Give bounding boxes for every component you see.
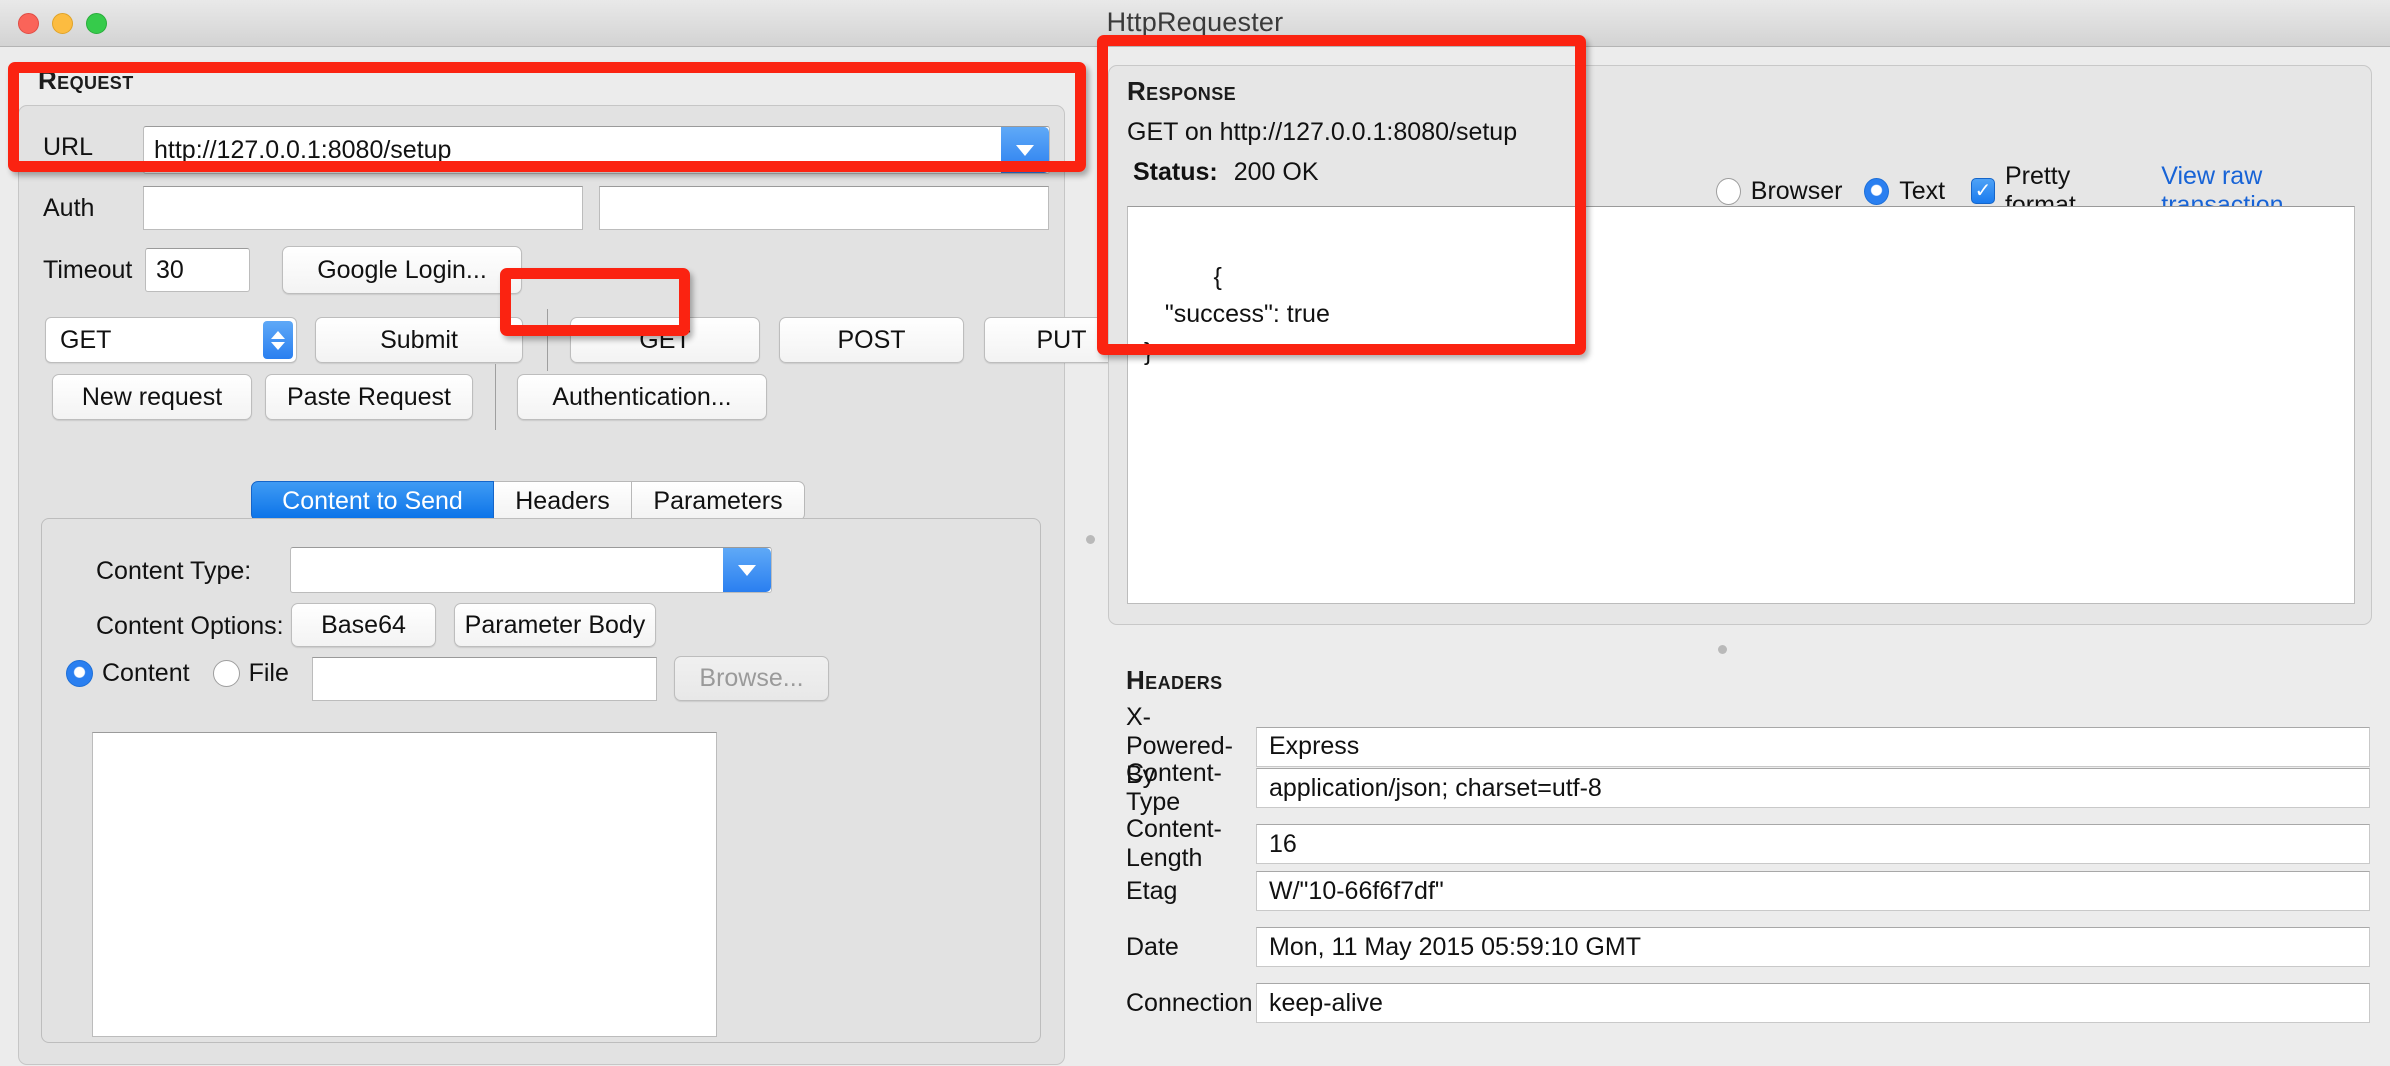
browse-button[interactable]: Browse... bbox=[674, 656, 829, 701]
request-section-label: Request bbox=[38, 65, 134, 95]
auth-username-input[interactable] bbox=[143, 186, 583, 230]
chevron-up-icon bbox=[271, 330, 285, 339]
header-name: Etag bbox=[1126, 876, 1178, 905]
method-select-value: GET bbox=[60, 325, 112, 354]
status-label: Status: bbox=[1133, 158, 1218, 186]
quick-get-button[interactable]: GET bbox=[570, 317, 760, 363]
content-radio-label: Content bbox=[102, 659, 190, 687]
auth-password-input[interactable] bbox=[599, 186, 1049, 230]
content-body-textarea[interactable] bbox=[92, 732, 717, 1037]
file-radio-label: File bbox=[248, 659, 289, 687]
response-status-row: Status: 200 OK bbox=[1133, 158, 1319, 187]
google-login-button[interactable]: Google Login... bbox=[282, 246, 522, 294]
header-row: Date Mon, 11 May 2015 05:59:10 GMT bbox=[1126, 927, 2372, 967]
response-request-line: GET on http://127.0.0.1:8080/setup bbox=[1127, 118, 1518, 146]
request-panel: URL http://127.0.0.1:8080/setup Auth Tim… bbox=[18, 105, 1139, 1065]
quick-post-button[interactable]: POST bbox=[779, 317, 964, 363]
method-select[interactable]: GET bbox=[45, 317, 297, 363]
window-title: HttpRequester bbox=[1106, 7, 1284, 37]
response-section-label: Response bbox=[1127, 76, 1237, 106]
headers-section-label: Headers bbox=[1126, 665, 1223, 695]
status-value: 200 OK bbox=[1233, 158, 1319, 186]
response-card: Response GET on http://127.0.0.1:8080/se… bbox=[1108, 65, 2372, 625]
submit-button[interactable]: Submit bbox=[315, 317, 523, 363]
header-value[interactable]: 16 bbox=[1256, 824, 2370, 864]
header-row: Connection keep-alive bbox=[1126, 983, 2372, 1023]
file-path-input[interactable] bbox=[312, 657, 657, 701]
browser-view-radio[interactable] bbox=[1716, 177, 1741, 205]
text-view-radio[interactable] bbox=[1864, 177, 1890, 205]
auth-label: Auth bbox=[43, 194, 95, 222]
url-label: URL bbox=[43, 133, 94, 161]
header-value[interactable]: keep-alive bbox=[1256, 983, 2370, 1023]
chevron-down-icon bbox=[1016, 144, 1034, 156]
response-body-text: { "success": true } bbox=[1144, 262, 1330, 366]
content-radio[interactable] bbox=[66, 660, 93, 687]
window-titlebar: HttpRequester bbox=[0, 0, 2390, 47]
header-value[interactable]: application/json; charset=utf-8 bbox=[1256, 768, 2370, 808]
header-name: Date bbox=[1126, 932, 1179, 961]
base64-button[interactable]: Base64 bbox=[291, 603, 436, 647]
tab-parameters[interactable]: Parameters bbox=[632, 481, 805, 521]
content-to-send-panel: Content Type: Content Options: Base64 Pa… bbox=[41, 518, 1041, 1043]
url-row: URL bbox=[43, 133, 111, 162]
header-value[interactable]: Mon, 11 May 2015 05:59:10 GMT bbox=[1256, 927, 2370, 967]
timeout-label: Timeout bbox=[43, 256, 133, 284]
timeout-input[interactable]: 30 bbox=[145, 248, 250, 292]
pretty-format-checkbox[interactable]: ✓ bbox=[1971, 178, 1995, 204]
header-name: Content-Length bbox=[1126, 815, 1222, 872]
authentication-button[interactable]: Authentication... bbox=[517, 374, 767, 420]
chevron-down-icon bbox=[271, 341, 285, 350]
content-source-radio-group: Content File bbox=[66, 659, 289, 688]
method-stepper-button[interactable] bbox=[263, 321, 293, 359]
header-value[interactable]: W/"10-66f6f7df" bbox=[1256, 871, 2370, 911]
pane-splitter-handle[interactable] bbox=[1086, 535, 1095, 544]
header-row: Content-Length 16 bbox=[1126, 815, 2372, 873]
request-tabs: Content to Send Headers Parameters bbox=[251, 481, 805, 521]
file-radio[interactable] bbox=[212, 660, 240, 687]
auth-row: Auth bbox=[43, 194, 111, 223]
content-options-label: Content Options: bbox=[96, 612, 284, 640]
header-row: Etag W/"10-66f6f7df" bbox=[1126, 871, 2372, 911]
header-row: Content-Type application/json; charset=u… bbox=[1126, 759, 2372, 817]
text-view-label: Text bbox=[1899, 176, 1946, 205]
url-input-value: http://127.0.0.1:8080/setup bbox=[154, 135, 452, 164]
paste-request-button[interactable]: Paste Request bbox=[265, 374, 473, 420]
content-type-select[interactable] bbox=[290, 547, 772, 593]
toolbar-divider-1 bbox=[547, 309, 548, 371]
header-name: Connection bbox=[1126, 988, 1253, 1017]
header-name: Content-Type bbox=[1126, 759, 1222, 816]
app-body: Request URL http://127.0.0.1:8080/setup … bbox=[0, 47, 2390, 1066]
url-dropdown-button[interactable] bbox=[1001, 127, 1049, 173]
content-type-dropdown-button[interactable] bbox=[723, 548, 771, 592]
tab-content-to-send[interactable]: Content to Send bbox=[251, 481, 494, 521]
toolbar-divider-2 bbox=[495, 364, 496, 430]
parameter-body-button[interactable]: Parameter Body bbox=[454, 603, 656, 647]
browser-view-label: Browser bbox=[1750, 176, 1843, 205]
content-body-value bbox=[93, 733, 716, 753]
response-splitter-handle[interactable] bbox=[1718, 645, 1727, 654]
url-input[interactable]: http://127.0.0.1:8080/setup bbox=[143, 126, 1050, 174]
tab-headers[interactable]: Headers bbox=[494, 481, 632, 521]
content-type-label: Content Type: bbox=[96, 557, 252, 585]
chevron-down-icon bbox=[738, 564, 756, 576]
timeout-row: Timeout bbox=[43, 256, 132, 285]
app-window: HttpRequester Request URL http://127.0.0… bbox=[0, 0, 2390, 1066]
response-body-view[interactable]: { "success": true } bbox=[1127, 206, 2355, 604]
new-request-button[interactable]: New request bbox=[52, 374, 252, 420]
response-pane: Response GET on http://127.0.0.1:8080/se… bbox=[1108, 65, 2372, 1050]
check-icon: ✓ bbox=[1974, 180, 1992, 202]
timeout-value: 30 bbox=[156, 256, 184, 284]
request-pane: Request URL http://127.0.0.1:8080/setup … bbox=[18, 65, 1139, 1065]
